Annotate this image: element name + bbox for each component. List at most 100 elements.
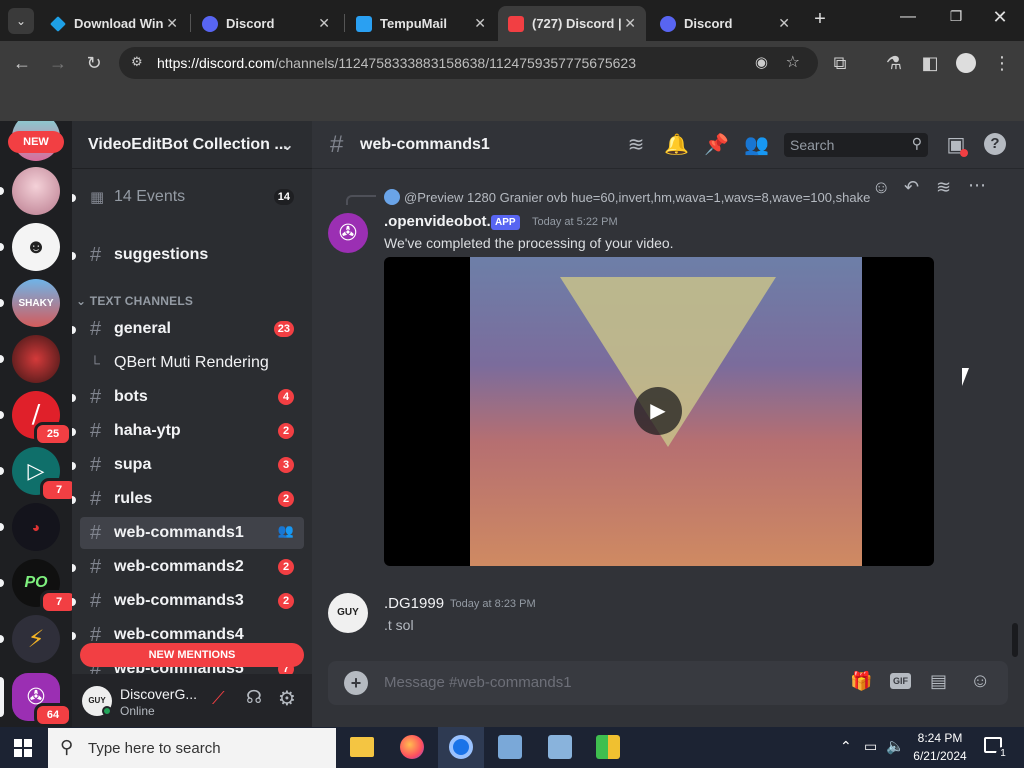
user-avatar-dg1999[interactable]: GUY	[328, 593, 368, 633]
site-info-icon[interactable]: ⚙	[131, 54, 143, 70]
pin-icon[interactable]: 📌	[704, 133, 729, 157]
network-icon[interactable]: ▭	[864, 738, 877, 755]
close-window-button[interactable]: ✕	[988, 7, 1012, 28]
channel-general[interactable]: # general 23	[80, 313, 304, 345]
add-reaction-icon[interactable]: ☺	[872, 177, 890, 198]
side-panel-icon[interactable]: ◧	[918, 51, 942, 75]
clock-time[interactable]: 8:24 PM	[910, 731, 970, 745]
new-mentions-pill[interactable]: NEW MENTIONS	[80, 643, 304, 667]
chat-area: # web-commands1 ≋ 🔔 📌 👥 Search ⚲ ▣ ? @Pr…	[312, 121, 1024, 727]
more-menu-icon[interactable]: ⋮	[990, 51, 1014, 75]
more-options-icon[interactable]: ⋯	[968, 175, 986, 196]
active-server-pill	[0, 677, 4, 717]
download-favicon-icon	[50, 15, 66, 32]
emoji-icon[interactable]: ☺	[970, 670, 990, 693]
back-arrow-icon[interactable]: ←	[10, 51, 34, 75]
channel-bots[interactable]: # bots 4	[80, 381, 304, 413]
channel-web-commands3[interactable]: # web-commands3 2	[80, 585, 304, 617]
channel-rules[interactable]: # rules 2	[80, 483, 304, 515]
channel-haha-ytp[interactable]: # haha-ytp 2	[80, 415, 304, 447]
settings-gear-icon[interactable]: ⚙	[278, 686, 296, 711]
server-icon-lightning[interactable]: ⚡	[12, 615, 60, 663]
extensions-puzzle-icon[interactable]: ⧉	[828, 51, 852, 75]
members-icon[interactable]: 👥	[744, 133, 769, 157]
minimize-button[interactable]: —	[896, 8, 920, 26]
server-icon-sunglasses[interactable]: ☻	[12, 223, 60, 271]
reload-icon[interactable]: ↻	[82, 51, 106, 75]
message-author[interactable]: .openvideobot.	[384, 213, 491, 230]
mention-badge: 2	[278, 593, 294, 609]
gif-icon[interactable]: GIF	[890, 673, 911, 689]
search-icon: ⚲	[911, 135, 922, 151]
gift-icon[interactable]: 🎁	[850, 671, 872, 692]
thread-qbert[interactable]: └ QBert Muti Rendering	[80, 347, 304, 379]
profile-avatar-icon[interactable]	[956, 53, 976, 73]
bell-icon[interactable]: 🔔	[664, 133, 689, 157]
eye-slash-icon[interactable]: ◉	[755, 53, 768, 71]
browser-tab-1[interactable]: Download Win ✕	[40, 6, 188, 41]
restore-button[interactable]: ❐	[944, 8, 968, 25]
file-explorer-icon[interactable]	[350, 737, 374, 757]
message-author[interactable]: .DG1999	[384, 595, 444, 612]
server-icon-shaky[interactable]: SHAKY	[12, 279, 60, 327]
help-icon[interactable]: ?	[984, 133, 1006, 155]
app-icon-1[interactable]	[498, 735, 522, 759]
chevron-down-icon: ⌄	[76, 294, 90, 308]
browser-tab-5[interactable]: Discord ✕	[650, 6, 800, 41]
taskbar-search-box[interactable]: ⚲ Type here to search	[48, 728, 336, 768]
chat-scrollbar[interactable]	[1012, 623, 1018, 657]
channel-suggestions[interactable]: # suggestions	[80, 239, 304, 271]
hashtag-icon: #	[90, 555, 102, 578]
events-item[interactable]: ▦ 14 Events 14	[80, 181, 304, 213]
search-input[interactable]: Search ⚲	[784, 133, 928, 157]
chevron-up-icon[interactable]: ⌃	[840, 738, 852, 755]
chrome-icon[interactable]	[449, 735, 473, 759]
labs-flask-icon[interactable]: ⚗	[882, 51, 906, 75]
server-icon-red[interactable]	[12, 335, 60, 383]
thread-branch-icon: └	[90, 355, 100, 371]
reply-icon[interactable]: ↶	[904, 177, 919, 198]
forward-arrow-icon[interactable]: →	[46, 51, 70, 75]
message-input[interactable]: + Message #web-commands1 🎁 GIF ▤ ☺	[328, 661, 1008, 705]
mic-muted-icon[interactable]: ⟋	[212, 688, 225, 709]
close-icon[interactable]: ✕	[624, 15, 636, 32]
server-rail: NEW ☻ SHAKY ⧸ 25 ▷ 7 ◕ PO 7 ⚡ ✇ 64	[0, 121, 72, 727]
volume-muted-icon[interactable]: 🔈	[886, 737, 905, 755]
channel-web-commands1[interactable]: # web-commands1 👥	[80, 517, 304, 549]
reply-preview-text[interactable]: @Preview 1280 Granier ovb hue=60,invert,…	[404, 190, 874, 205]
app-icon-3[interactable]	[596, 735, 620, 759]
server-name-header[interactable]: VideoEditBot Collection ... ⌄	[72, 121, 312, 169]
bot-avatar[interactable]: ✇	[328, 213, 368, 253]
clock-date[interactable]: 6/21/2024	[906, 749, 974, 763]
close-icon[interactable]: ✕	[318, 15, 330, 32]
play-button[interactable]: ▶	[634, 387, 682, 435]
close-icon[interactable]: ✕	[778, 15, 790, 32]
plus-upload-icon[interactable]: +	[344, 671, 368, 695]
mention-badge: 4	[278, 389, 294, 405]
headphones-icon[interactable]: ☊	[246, 687, 262, 708]
windows-start-icon[interactable]	[14, 739, 32, 757]
channel-web-commands2[interactable]: # web-commands2 2	[80, 551, 304, 583]
browser-tab-2[interactable]: Discord ✕	[192, 6, 340, 41]
app-icon-2[interactable]	[548, 735, 572, 759]
threads-icon[interactable]: ≋	[624, 133, 648, 157]
star-icon[interactable]: ☆	[786, 52, 800, 72]
username[interactable]: DiscoverG...	[120, 686, 197, 702]
video-attachment[interactable]: ▶	[384, 257, 934, 566]
close-icon[interactable]: ✕	[474, 15, 486, 32]
server-icon-anime[interactable]	[12, 167, 60, 215]
channel-supa[interactable]: # supa 3	[80, 449, 304, 481]
close-icon[interactable]: ✕	[166, 15, 178, 32]
create-thread-icon[interactable]: ≋	[936, 177, 951, 198]
online-status-dot	[102, 706, 112, 716]
add-member-icon[interactable]: 👥	[278, 523, 294, 539]
server-icon-face[interactable]: ◕	[12, 503, 60, 551]
firefox-icon[interactable]	[400, 735, 424, 759]
new-tab-button[interactable]: +	[808, 8, 832, 31]
browser-tab-4-active[interactable]: (727) Discord | ✕	[498, 6, 646, 41]
category-text-channels[interactable]: ⌄ TEXT CHANNELS	[76, 294, 193, 308]
tab-search-button[interactable]: ⌄	[8, 8, 34, 34]
browser-tab-3[interactable]: TempuMail ✕	[346, 6, 496, 41]
sticker-icon[interactable]: ▤	[930, 671, 947, 692]
address-bar[interactable]: ⚙ https://discord.com/channels/112475833…	[119, 47, 818, 79]
